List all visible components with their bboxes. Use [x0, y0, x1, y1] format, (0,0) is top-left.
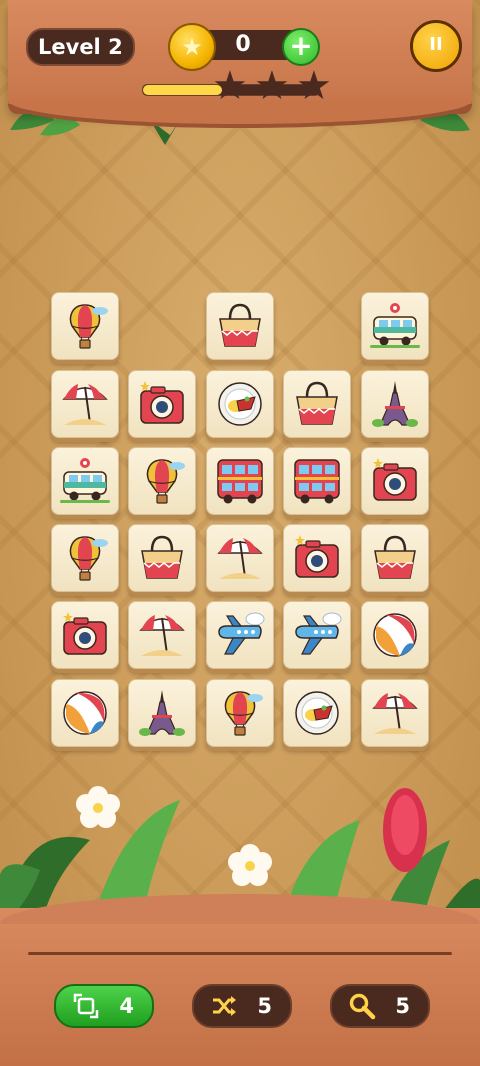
undo-button[interactable]: 4 [54, 984, 154, 1028]
camper-van-icon [60, 458, 110, 503]
tile-hot-air-balloon[interactable] [51, 524, 119, 592]
eiffel-tower-icon [139, 690, 185, 736]
tile-double-decker-bus[interactable] [283, 447, 351, 515]
beach-umbrella-icon [139, 615, 185, 656]
hot-air-balloon-icon [69, 536, 108, 581]
tile-eiffel-tower[interactable] [361, 370, 429, 438]
tile-camera[interactable] [51, 601, 119, 669]
camera-icon [295, 535, 339, 578]
camera-icon [63, 612, 107, 655]
coin-icon: ★ [168, 23, 216, 71]
star-icon: ★ [254, 63, 290, 109]
level-progress-fill [143, 85, 223, 95]
tile-beach-umbrella[interactable] [128, 601, 196, 669]
tile-beach-ball[interactable] [51, 679, 119, 747]
airplane-icon [295, 612, 342, 655]
undo-count: 4 [119, 994, 134, 1018]
shuffle-icon [213, 996, 236, 1016]
tile-beach-umbrella[interactable] [361, 679, 429, 747]
beach-ball-icon [373, 613, 417, 657]
tile-airplane[interactable] [283, 601, 351, 669]
tile-beach-bag[interactable] [361, 524, 429, 592]
tile-food-plate[interactable] [283, 679, 351, 747]
magnifier-icon [349, 993, 376, 1020]
coin-count: 0 [235, 32, 251, 57]
bottom-divider [28, 952, 452, 955]
tile-camera[interactable] [128, 370, 196, 438]
beach-bag-icon [296, 381, 338, 425]
tile-beach-ball[interactable] [361, 601, 429, 669]
beach-bag-icon [141, 535, 183, 579]
tile-camera[interactable] [283, 524, 351, 592]
shuffle-count: 5 [257, 994, 272, 1018]
tile-camera[interactable] [361, 447, 429, 515]
beach-umbrella-icon [217, 538, 263, 579]
eiffel-tower-icon [372, 381, 418, 427]
star-icon: ★ [296, 63, 332, 109]
hot-air-balloon-icon [224, 691, 263, 736]
camera-icon [373, 458, 417, 501]
camera-icon [140, 381, 184, 424]
tile-beach-bag[interactable] [283, 370, 351, 438]
double-decker-bus-icon [217, 459, 263, 504]
hot-air-balloon-icon [146, 459, 185, 504]
tile-eiffel-tower[interactable] [128, 679, 196, 747]
beach-bag-icon [219, 303, 261, 347]
tile-beach-umbrella[interactable] [206, 524, 274, 592]
pause-button[interactable]: II [410, 20, 462, 72]
tile-food-plate[interactable] [206, 370, 274, 438]
star-icon: ★ [212, 63, 248, 109]
beach-umbrella-icon [62, 384, 108, 425]
beach-umbrella-icon [372, 693, 418, 734]
food-plate-icon [218, 382, 262, 426]
tile-hot-air-balloon[interactable] [206, 679, 274, 747]
food-plate-icon [295, 691, 339, 735]
tile-beach-bag[interactable] [128, 524, 196, 592]
tile-double-decker-bus[interactable] [206, 447, 274, 515]
tile-camper-van[interactable] [51, 447, 119, 515]
tile-beach-umbrella[interactable] [51, 370, 119, 438]
airplane-icon [218, 612, 265, 655]
tile-airplane[interactable] [206, 601, 274, 669]
tile-beach-bag[interactable] [206, 292, 274, 360]
tile-hot-air-balloon[interactable] [51, 292, 119, 360]
undo-icon [73, 993, 99, 1019]
shuffle-button[interactable]: 5 [192, 984, 292, 1028]
tile-camper-van[interactable] [361, 292, 429, 360]
double-decker-bus-icon [294, 459, 340, 504]
hint-count: 5 [395, 994, 410, 1018]
tile-hot-air-balloon[interactable] [128, 447, 196, 515]
hot-air-balloon-icon [69, 304, 108, 349]
beach-bag-icon [374, 535, 416, 579]
beach-ball-icon [63, 691, 107, 735]
camper-van-icon [370, 303, 420, 348]
level-label: Level 2 [26, 28, 135, 66]
add-coins-button[interactable]: + [282, 28, 320, 66]
hint-button[interactable]: 5 [330, 984, 430, 1028]
